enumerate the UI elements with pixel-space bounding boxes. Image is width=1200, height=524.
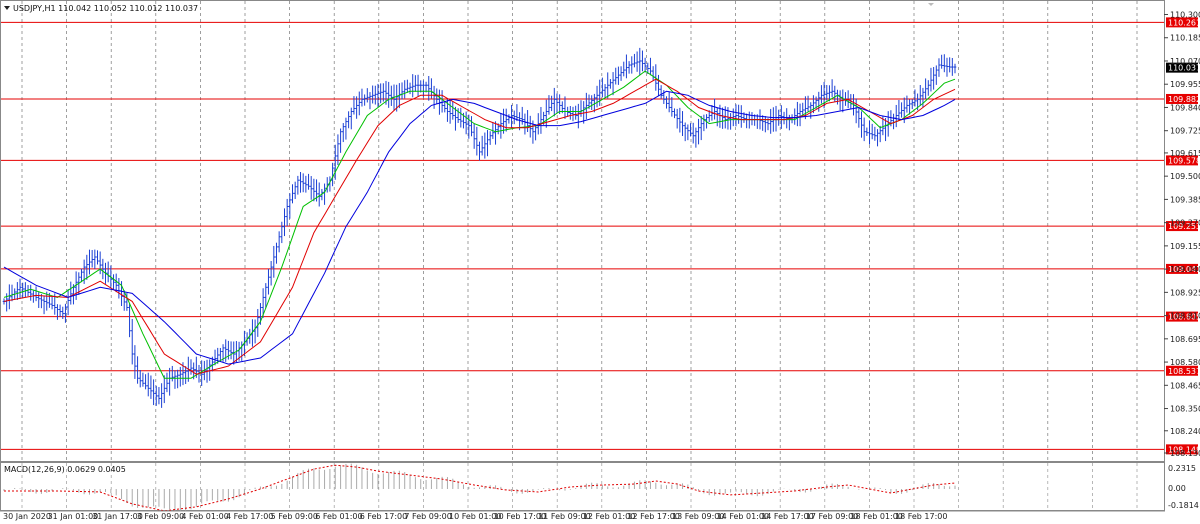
- time-label: 31 Jan 17:00: [92, 512, 143, 521]
- price-tick-label: 109.615: [1170, 149, 1200, 158]
- price-tick-label: 108.695: [1170, 335, 1200, 344]
- time-label: 31 Jan 01:00: [48, 512, 99, 521]
- time-label: 5 Feb 09:00: [271, 512, 318, 521]
- moving-average-line: [3, 78, 956, 375]
- price-tick-label: 108.465: [1170, 381, 1200, 390]
- grid: [21, 1, 1138, 510]
- time-label: 4 Feb 17:00: [226, 512, 273, 521]
- price-tick-label: 110.070: [1170, 57, 1200, 66]
- price-levels: 110.261109.882109.578109.253109.041108.8…: [1, 17, 1200, 455]
- symbol-header: USDJPY,H1 110.042 110.052 110.012 110.03…: [13, 4, 198, 13]
- price-chart[interactable]: 110.261109.882109.578109.253109.041108.8…: [0, 0, 1200, 524]
- chart-window: 110.261 109.882 109.578 109.253 109.041 108.8…: [0, 0, 1200, 524]
- window-arrow-icon: [928, 3, 934, 6]
- price-tick-label: 109.840: [1170, 103, 1200, 112]
- price-tick-label: 108.130: [1170, 449, 1200, 458]
- price-tick-label: 110.185: [1170, 34, 1200, 43]
- price-tick-label: 108.580: [1170, 358, 1200, 367]
- price-tick-label: 108.350: [1170, 405, 1200, 414]
- price-tick-label: 109.270: [1170, 219, 1200, 228]
- price-level-value: 110.261: [1168, 18, 1200, 27]
- macd-tick-high: 0.2315: [1168, 464, 1196, 473]
- time-label: 7 Feb 09:00: [404, 512, 451, 521]
- price-tick-label: 109.500: [1170, 172, 1200, 181]
- main-panel-frame: [0, 0, 1165, 462]
- macd-indicator: [3, 463, 956, 512]
- macd-tick-low: -0.1814: [1168, 501, 1199, 510]
- time-label: 6 Feb 01:00: [315, 512, 362, 521]
- time-label: 6 Feb 17:00: [360, 512, 407, 521]
- chevron-down-icon[interactable]: [4, 6, 10, 10]
- price-tick-label: 109.155: [1170, 242, 1200, 251]
- moving-averages: [3, 70, 956, 379]
- time-label: 4 Feb 01:00: [181, 512, 228, 521]
- macd-label: MACD(12,26,9) 0.0629 0.0405: [4, 465, 126, 474]
- price-tick-label: 108.810: [1170, 312, 1200, 321]
- price-tick-label: 108.925: [1170, 288, 1200, 297]
- time-label: 3 Feb 09:00: [137, 512, 184, 521]
- time-label: 30 Jan 2020: [3, 512, 51, 521]
- price-tick-label: 110.300: [1170, 11, 1200, 20]
- macd-tick-zero: 0.00: [1168, 484, 1186, 493]
- price-tick-label: 109.725: [1170, 127, 1200, 136]
- time-axis: 30 Jan 202031 Jan 01:0031 Jan 17:003 Feb…: [0, 510, 1165, 521]
- moving-average-line: [3, 90, 956, 365]
- price-tick-label: 109.385: [1170, 195, 1200, 204]
- price-level-value: 108.537: [1168, 367, 1200, 376]
- time-label: 18 Feb 17:00: [895, 512, 947, 521]
- moving-average-line: [3, 70, 956, 379]
- price-series: [2, 47, 957, 408]
- price-axis: 110.300 110.185 110.070 109.955 109.840 109.7…: [1164, 11, 1200, 458]
- price-tick-label: 109.955: [1170, 80, 1200, 89]
- price-tick-label: 109.040: [1170, 265, 1200, 274]
- price-tick-label: 108.240: [1170, 427, 1200, 436]
